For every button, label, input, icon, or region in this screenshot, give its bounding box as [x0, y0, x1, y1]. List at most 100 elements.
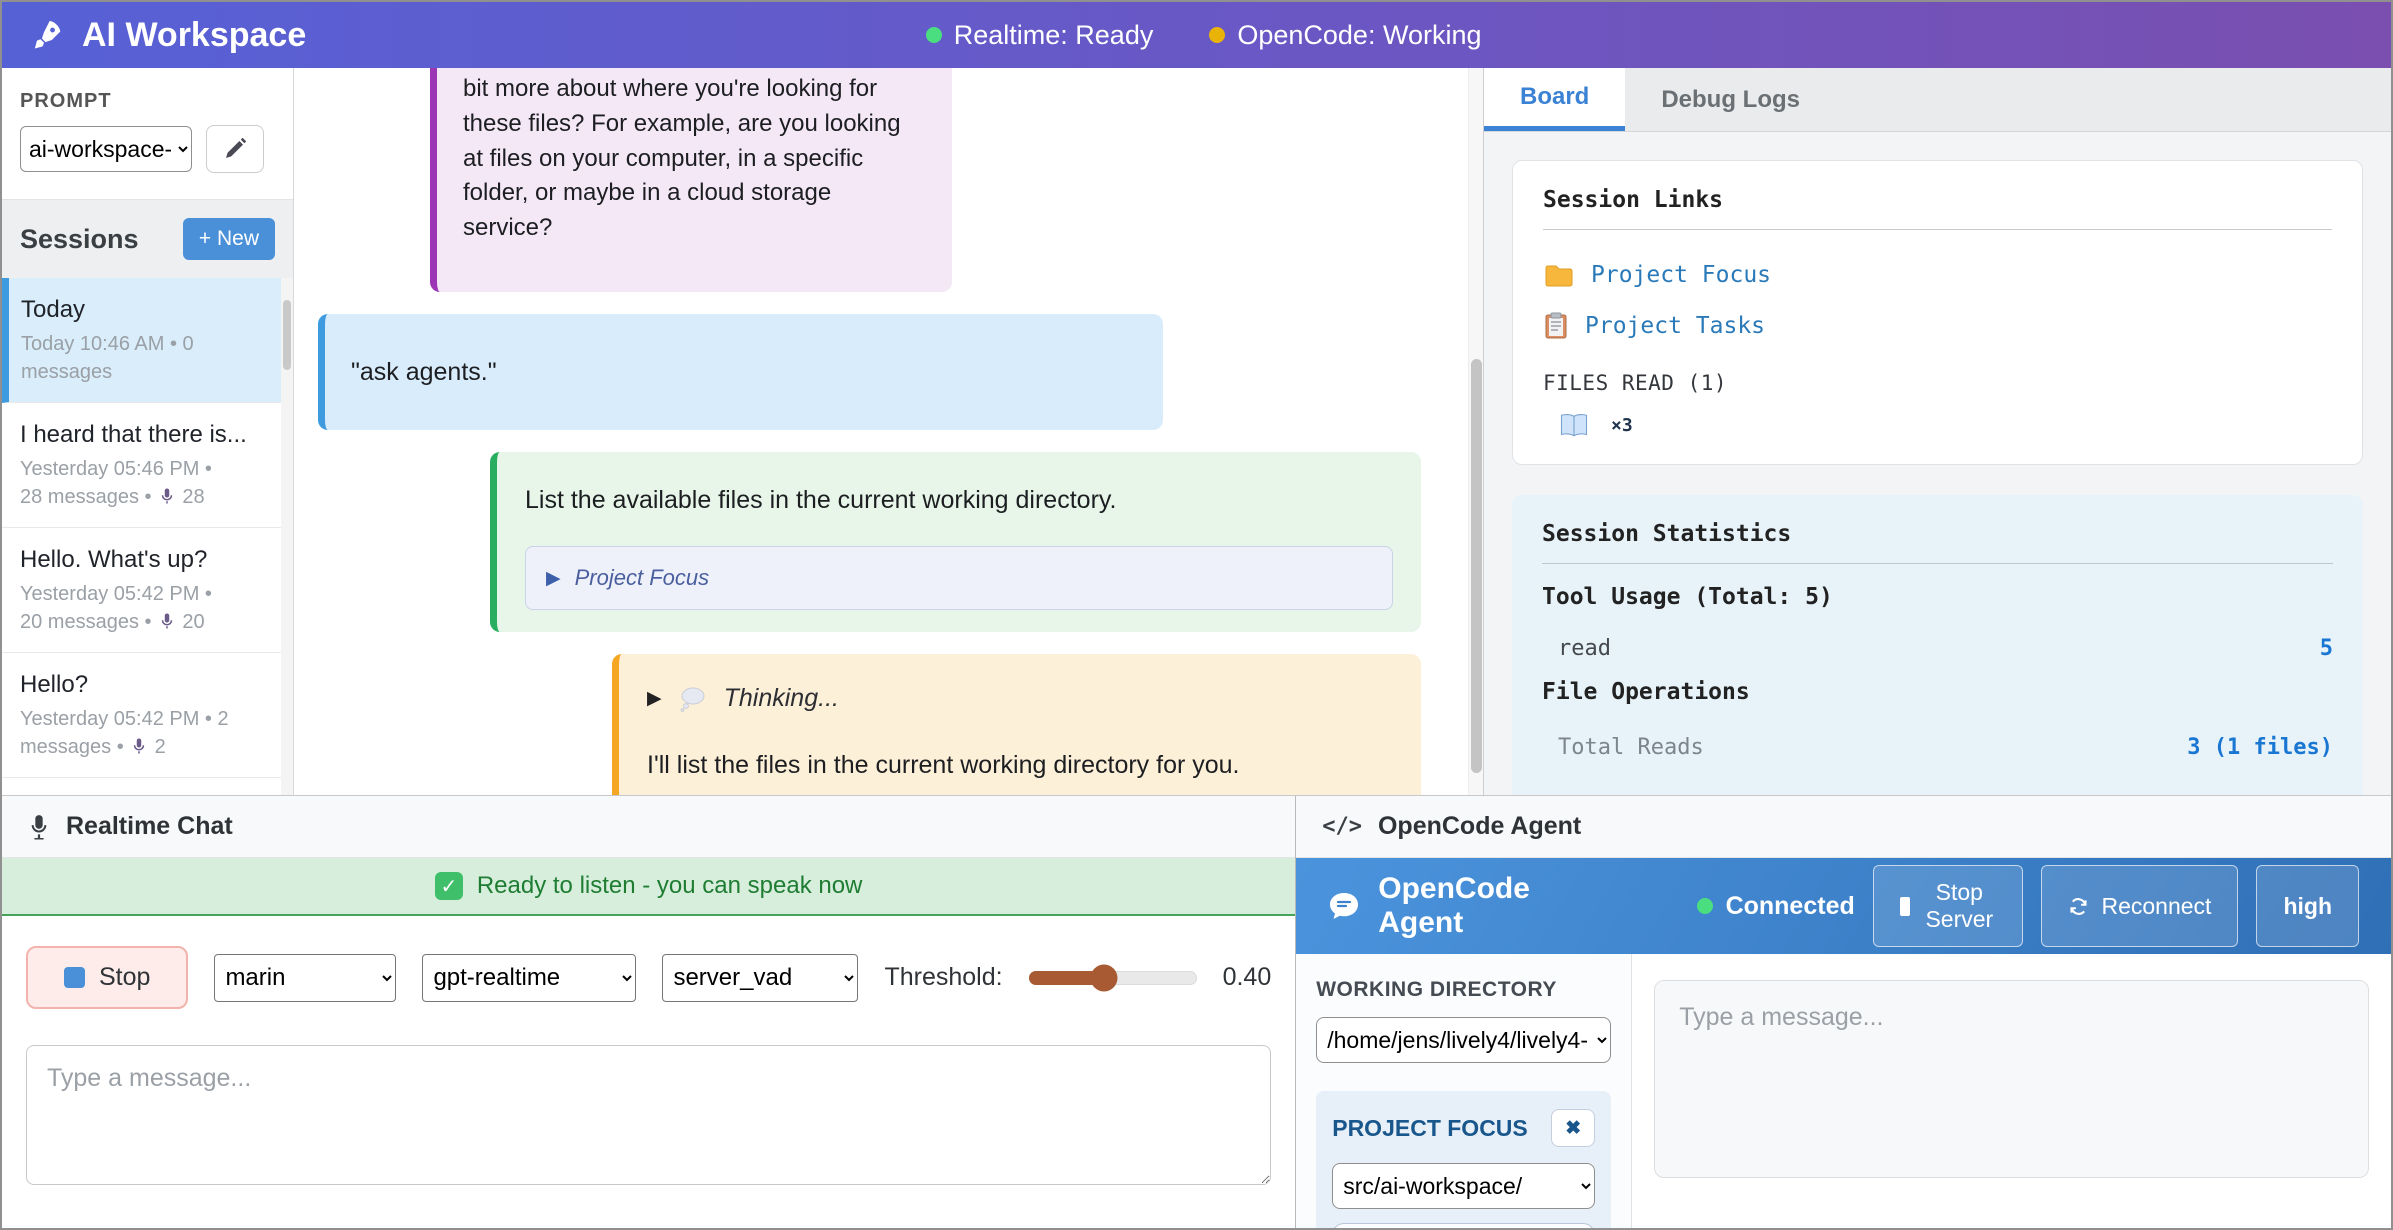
- connected-dot: [1697, 898, 1713, 914]
- sessions-title: Sessions: [20, 224, 139, 255]
- tab-board[interactable]: Board: [1484, 68, 1625, 131]
- user-command-message: List the available files in the current …: [490, 452, 1421, 632]
- session-statistics-card: Session Statistics Tool Usage (Total: 5)…: [1512, 495, 2363, 804]
- chat-area: bit more about where you're looking for …: [294, 68, 1483, 795]
- session-list-scrollbar[interactable]: [281, 278, 293, 795]
- code-icon: </>: [1322, 814, 1362, 839]
- refresh-icon: [2068, 896, 2089, 917]
- stop-button[interactable]: Stop: [26, 946, 188, 1009]
- connection-status: Connected: [1697, 892, 1855, 921]
- working-directory-label: WORKING DIRECTORY: [1316, 978, 1611, 1002]
- assistant-message: bit more about where you're looking for …: [430, 68, 952, 292]
- session-statistics-title: Session Statistics: [1542, 521, 2333, 564]
- stop-icon: [64, 967, 85, 988]
- sessions-header: Sessions + New: [2, 200, 293, 278]
- session-item[interactable]: Hello? Yesterday 05:42 PM • 2 messages •…: [2, 653, 293, 778]
- thought-bubble-icon: [678, 686, 708, 712]
- thinking-toggle[interactable]: ▶ Thinking...: [647, 680, 1393, 716]
- realtime-message-input[interactable]: [26, 1045, 1271, 1185]
- realtime-status: Realtime: Ready: [926, 20, 1154, 51]
- mic-icon: [158, 612, 176, 630]
- project-focus-title: PROJECT FOCUS: [1332, 1115, 1528, 1142]
- prompt-select[interactable]: ai-workspace-rela: [20, 126, 192, 172]
- opencode-panel-header: </> OpenCode Agent: [1296, 796, 2391, 858]
- clipboard-icon: [1545, 312, 1567, 339]
- realtime-status-dot: [926, 27, 942, 43]
- app-title-text: AI Workspace: [82, 16, 306, 55]
- opencode-status-dot: [1209, 27, 1225, 43]
- opencode-composer: [1632, 954, 2391, 1228]
- threshold-slider[interactable]: [1029, 971, 1197, 985]
- threshold-value: 0.40: [1223, 963, 1272, 992]
- reconnect-button[interactable]: Reconnect: [2041, 865, 2238, 947]
- reasoning-effort-button[interactable]: high: [2256, 865, 2359, 947]
- threshold-label: Threshold:: [884, 963, 1002, 992]
- top-header: AI Workspace Realtime: Ready OpenCode: W…: [2, 2, 2391, 68]
- realtime-composer: [26, 1045, 1271, 1190]
- vad-mode-select[interactable]: server_vad: [662, 954, 858, 1002]
- files-read-label: FILES READ (1): [1543, 371, 2332, 395]
- mic-icon: [130, 737, 148, 755]
- board-panel: Board Debug Logs Session Links Project F…: [1483, 68, 2391, 795]
- focus-path-select[interactable]: src/ai-workspace/: [1332, 1163, 1595, 1209]
- opencode-panel-title: OpenCode Agent: [1378, 812, 1581, 841]
- opencode-message-input[interactable]: [1654, 980, 2369, 1178]
- stop-server-button[interactable]: Stop Server: [1873, 865, 2024, 947]
- realtime-status-label: Realtime: Ready: [954, 20, 1154, 51]
- new-session-button[interactable]: + New: [183, 218, 275, 260]
- file-operations-heading: File Operations: [1542, 679, 2333, 705]
- opencode-panel: </> OpenCode Agent OpenCode Agent Connec…: [1296, 796, 2391, 1228]
- prompt-section: PROMPT ai-workspace-rela: [2, 68, 293, 200]
- link-project-tasks[interactable]: Project Tasks: [1543, 300, 2332, 351]
- book-icon: [1559, 413, 1589, 438]
- chevron-right-icon: ▶: [546, 565, 561, 593]
- prompt-label: PROMPT: [20, 90, 275, 113]
- realtime-panel-title: Realtime Chat: [66, 812, 233, 841]
- rocket-icon: [32, 18, 66, 52]
- session-links-title: Session Links: [1543, 187, 2332, 230]
- threshold-slider-thumb[interactable]: [1091, 964, 1118, 991]
- opencode-config-column: WORKING DIRECTORY /home/jens/lively4/liv…: [1296, 954, 1632, 1228]
- stat-row-total-reads: Total Reads 3 (1 files): [1542, 735, 2333, 760]
- chat-scrollbar[interactable]: [1468, 68, 1483, 795]
- user-voice-message: "ask agents.": [318, 314, 1163, 430]
- link-project-focus[interactable]: Project Focus: [1543, 250, 2332, 300]
- sidebar: PROMPT ai-workspace-rela Sessio: [2, 68, 294, 795]
- voice-select[interactable]: marin: [214, 954, 396, 1002]
- session-item-today[interactable]: Today Today 10:46 AM • 0 messages: [2, 278, 293, 403]
- opencode-agent-title: OpenCode Agent: [1378, 872, 1590, 940]
- opencode-status: OpenCode: Working: [1209, 20, 1481, 51]
- folder-icon: [1545, 264, 1573, 287]
- ready-banner: ✓ Ready to listen - you can speak now: [2, 858, 1295, 916]
- close-button[interactable]: ✖: [1551, 1109, 1595, 1147]
- agent-message: ▶ Thinking... I'll list the files in the…: [612, 654, 1421, 795]
- ready-banner-text: Ready to listen - you can speak now: [477, 872, 863, 900]
- pencil-icon: [223, 137, 247, 161]
- model-select[interactable]: gpt-realtime: [422, 954, 636, 1002]
- opencode-status-label: OpenCode: Working: [1237, 20, 1481, 51]
- check-icon: ✓: [435, 872, 463, 900]
- tool-usage-heading: Tool Usage (Total: 5): [1542, 584, 2333, 610]
- tab-debug-logs[interactable]: Debug Logs: [1625, 68, 1836, 131]
- project-focus-toggle[interactable]: ▶ Project Focus: [525, 546, 1393, 610]
- stat-row-read: read 5: [1542, 636, 2333, 661]
- realtime-chat-panel: Realtime Chat ✓ Ready to listen - you ca…: [2, 796, 1296, 1228]
- focus-url-input[interactable]: [1332, 1223, 1595, 1230]
- file-read-item[interactable]: ×3: [1543, 413, 2332, 438]
- opencode-agent-bar: OpenCode Agent Connected Stop Server Rec…: [1296, 858, 2391, 954]
- session-item[interactable]: Yesterday Yesterday 05:41 PM • 0 message…: [2, 778, 293, 795]
- app-window: AI Workspace Realtime: Ready OpenCode: W…: [0, 0, 2393, 1230]
- status-group: Realtime: Ready OpenCode: Working: [306, 20, 2101, 51]
- edit-prompt-button[interactable]: [206, 125, 264, 173]
- session-item[interactable]: Hello. What's up? Yesterday 05:42 PM • 2…: [2, 528, 293, 653]
- session-list: Today Today 10:46 AM • 0 messages I hear…: [2, 278, 293, 795]
- project-focus-box: PROJECT FOCUS ✖ src/ai-workspace/ src/ai…: [1316, 1091, 1611, 1230]
- chevron-right-icon: ▶: [647, 685, 662, 713]
- session-item[interactable]: I heard that there is... Yesterday 05:46…: [2, 403, 293, 528]
- microphone-icon: [28, 814, 50, 840]
- working-directory-select[interactable]: /home/jens/lively4/lively4-core: [1316, 1017, 1611, 1063]
- session-links-card: Session Links Project Focus Project Task…: [1512, 160, 2363, 465]
- board-tabbar: Board Debug Logs: [1484, 68, 2391, 132]
- stop-icon: [1900, 897, 1910, 916]
- app-title: AI Workspace: [32, 16, 306, 55]
